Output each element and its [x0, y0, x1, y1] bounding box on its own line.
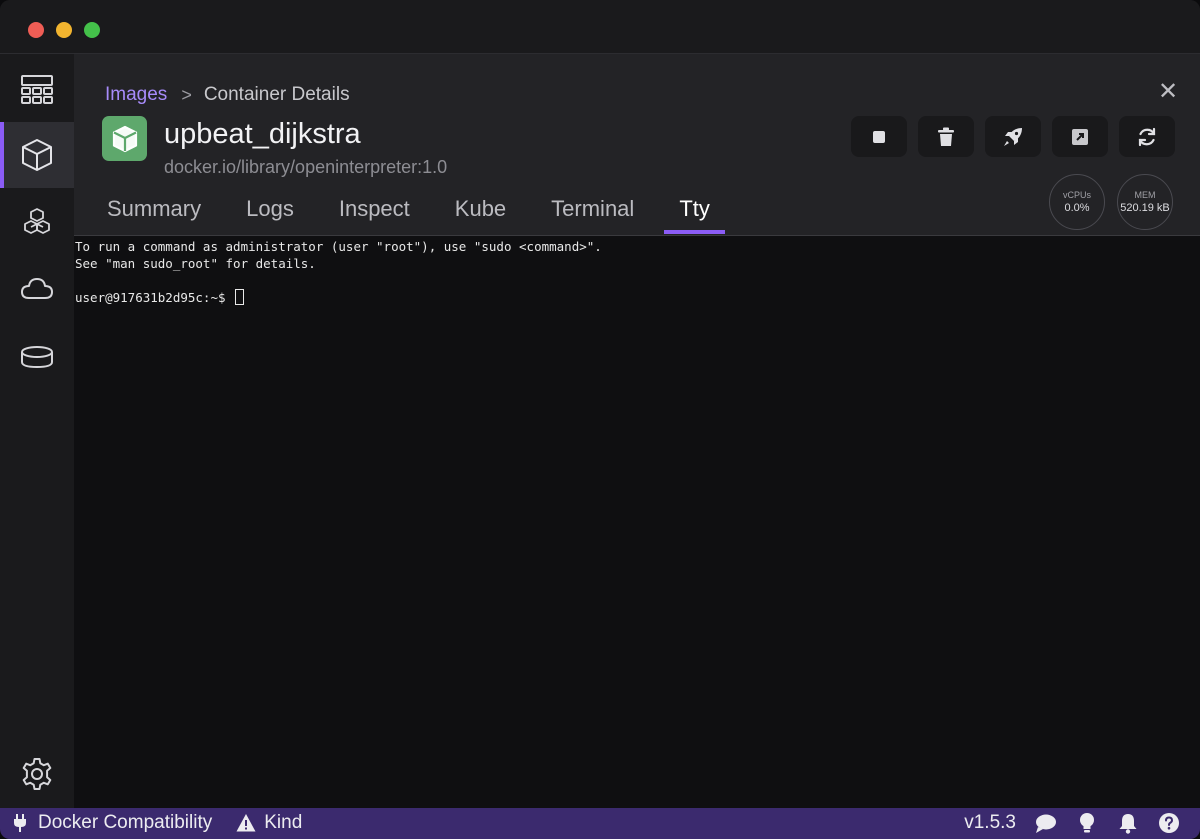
- docker-compatibility-status[interactable]: Docker Compatibility: [10, 812, 212, 834]
- sidebar-item-settings[interactable]: [0, 741, 74, 807]
- version-label: v1.5.3: [964, 812, 1016, 833]
- stop-button[interactable]: [851, 116, 907, 157]
- tab-logs[interactable]: Logs: [231, 192, 309, 231]
- breadcrumb-current: Container Details: [203, 84, 350, 105]
- window-zoom-button[interactable]: [84, 22, 100, 38]
- breadcrumb: Images > Container Details: [105, 84, 350, 106]
- dashboard-icon: [21, 75, 53, 104]
- main-panel: Images > Container Details ✕ upbeat_dijk…: [74, 54, 1200, 808]
- detail-tabs: Summary Logs Inspect Kube Terminal Tty: [92, 192, 740, 234]
- container-image-name[interactable]: docker.io/library/openinterpreter:1.0: [164, 157, 447, 178]
- breadcrumb-separator: >: [181, 84, 192, 105]
- refresh-icon: [1138, 127, 1156, 146]
- status-bar: Docker Compatibility Kind v1.5.3: [0, 808, 1200, 839]
- tab-tty[interactable]: Tty: [664, 192, 725, 234]
- tab-inspect[interactable]: Inspect: [324, 192, 425, 231]
- container-icon: [22, 139, 52, 171]
- app-window: Images > Container Details ✕ upbeat_dijk…: [0, 0, 1200, 839]
- restart-button[interactable]: [1119, 116, 1175, 157]
- bell-icon[interactable]: [1117, 812, 1139, 834]
- memory-usage-gauge: MEM 520.19 kB: [1117, 174, 1173, 230]
- tab-kube[interactable]: Kube: [440, 192, 521, 231]
- close-details-button[interactable]: ✕: [1158, 80, 1178, 104]
- rocket-icon: [1004, 127, 1022, 146]
- plug-icon: [14, 814, 26, 832]
- title-bar: [0, 0, 1200, 54]
- terminal-prompt-line: user@917631b2d95c:~$: [75, 289, 1200, 306]
- tty-terminal[interactable]: To run a command as administrator (user …: [74, 237, 1200, 808]
- open-external-button[interactable]: [1052, 116, 1108, 157]
- help-icon[interactable]: [1158, 812, 1180, 834]
- sidebar-item-images[interactable]: [0, 256, 74, 322]
- gear-icon: [22, 758, 52, 790]
- external-link-icon: [1072, 128, 1088, 145]
- cpu-label: vCPUs: [1062, 190, 1091, 200]
- cpu-usage-gauge: vCPUs 0.0%: [1049, 174, 1105, 230]
- kind-label: Kind: [264, 812, 303, 833]
- deploy-button[interactable]: [985, 116, 1041, 157]
- tab-terminal[interactable]: Terminal: [536, 192, 649, 231]
- chat-icon[interactable]: [1035, 812, 1057, 834]
- cpu-value: 0.0%: [1064, 202, 1090, 214]
- kind-status[interactable]: Kind: [236, 812, 302, 834]
- warning-icon: [236, 814, 256, 832]
- action-toolbar: [851, 116, 1175, 157]
- memory-label: MEM: [1134, 190, 1156, 200]
- container-name: upbeat_dijkstra: [164, 118, 361, 150]
- sidebar-item-dashboard[interactable]: [0, 56, 74, 122]
- delete-button[interactable]: [918, 116, 974, 157]
- terminal-prompt: user@917631b2d95c:~$: [75, 290, 234, 305]
- breadcrumb-images-link[interactable]: Images: [105, 84, 167, 106]
- cloud-icon: [21, 278, 53, 299]
- docker-compatibility-label: Docker Compatibility: [38, 812, 213, 833]
- container-status-icon: [102, 116, 147, 161]
- trash-icon: [938, 127, 954, 146]
- sidebar: [0, 54, 74, 808]
- window-close-button[interactable]: [28, 22, 44, 38]
- details-header: Images > Container Details ✕ upbeat_dijk…: [74, 54, 1200, 236]
- terminal-line: See "man sudo_root" for details.: [75, 256, 316, 271]
- sidebar-item-pods[interactable]: [0, 190, 74, 256]
- sidebar-item-volumes[interactable]: [0, 324, 74, 390]
- window-minimize-button[interactable]: [56, 22, 72, 38]
- lightbulb-icon[interactable]: [1076, 812, 1098, 834]
- memory-value: 520.19 kB: [1120, 202, 1170, 214]
- volume-icon: [21, 346, 53, 369]
- stop-icon: [873, 130, 885, 143]
- terminal-cursor: [235, 289, 245, 305]
- container-cube-icon: [112, 125, 137, 152]
- sidebar-item-containers[interactable]: [0, 122, 74, 188]
- pods-icon: [24, 208, 50, 234]
- terminal-line: To run a command as administrator (user …: [75, 239, 602, 254]
- tab-summary[interactable]: Summary: [92, 192, 216, 231]
